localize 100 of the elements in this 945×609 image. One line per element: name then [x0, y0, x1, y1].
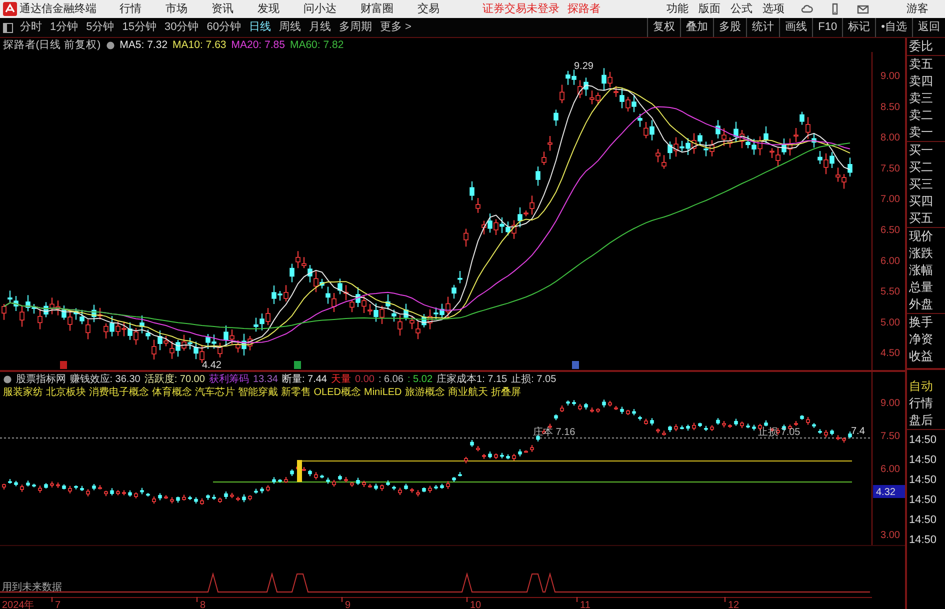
cloud-icon[interactable]: [800, 3, 812, 15]
sector-tag[interactable]: 服装家纺: [2, 386, 43, 399]
quote-field-label: 卖三: [908, 90, 934, 107]
high-price-label: 9.29: [574, 61, 594, 72]
stock-name: 探路者: [568, 2, 600, 17]
period-tab[interactable]: 15分钟: [118, 19, 160, 36]
quote-field-label: 买一: [908, 142, 934, 159]
price-tick: 7.50: [880, 163, 900, 174]
trade-time: 14:50: [908, 493, 938, 508]
sector-tag[interactable]: 旅游概念: [404, 386, 445, 399]
chart-title: 探路者(日线 前复权): [2, 38, 101, 52]
indicator-value: 庄家成本1: 7.15: [436, 373, 508, 386]
toolbar-button[interactable]: 画线: [779, 18, 812, 37]
period-tab[interactable]: 60分钟: [202, 19, 245, 36]
sector-tag[interactable]: 体育概念: [152, 386, 192, 399]
quote-field-label: 卖四: [908, 73, 934, 90]
app-title: 通达信金融终端: [20, 2, 98, 17]
sector-tag[interactable]: 汽车芯片: [194, 386, 235, 399]
quote-field-label: 买四: [908, 193, 934, 210]
user-label[interactable]: 游客: [906, 0, 928, 18]
menu-item[interactable]: 市场: [166, 0, 188, 18]
current-price-tag: 4.32: [873, 485, 905, 498]
menu-item[interactable]: 财富圈: [360, 0, 394, 18]
sector-tag[interactable]: 消费电子概念: [88, 386, 149, 399]
toolbar-button[interactable]: 返回: [912, 18, 945, 37]
ma-legend: MA60: 7.82: [290, 38, 344, 52]
quote-field-label: 总量: [908, 279, 934, 296]
tool-menu[interactable]: 选项: [762, 0, 784, 18]
price-tick: 9.00: [880, 398, 900, 409]
quote-field-label: 现价: [908, 228, 934, 245]
toolbar-button[interactable]: 统计: [746, 18, 780, 37]
toolbar-button[interactable]: 叠加: [680, 18, 714, 37]
sector-tag[interactable]: MiniLED: [364, 386, 402, 399]
quote-field-label: 买三: [908, 176, 934, 193]
sector-tag[interactable]: OLED概念: [314, 386, 361, 399]
event-marker-icon[interactable]: [572, 361, 579, 369]
menu-item[interactable]: 交易: [418, 0, 440, 18]
trade-time: 14:50: [908, 453, 938, 468]
period-tab[interactable]: 1分钟: [46, 19, 82, 36]
more-link[interactable]: 更多 >: [376, 19, 416, 36]
indicator-value: : 5.02: [408, 373, 433, 386]
indicator-value: 赚钱效应: 36.30: [70, 373, 140, 386]
menu-item[interactable]: 问小达: [304, 0, 336, 18]
date-label: 12: [728, 600, 740, 609]
date-label: 2024年: [2, 600, 34, 609]
trade-time: 14:50: [908, 473, 938, 488]
price-tick: 6.50: [880, 225, 900, 236]
period-tab[interactable]: 5分钟: [82, 19, 118, 36]
toolbar-button[interactable]: •自选: [875, 18, 912, 37]
sector-tag[interactable]: 北京板块: [46, 386, 86, 399]
trade-time: 14:50: [908, 533, 938, 548]
indicator-name[interactable]: 股票指标网: [16, 373, 66, 386]
tool-menu[interactable]: 版面: [698, 0, 720, 18]
last-price-label: 7.4: [851, 426, 865, 437]
quote-field-label: 涨跌: [908, 245, 934, 262]
date-label: 9: [345, 600, 351, 609]
indicator-value: : 6.06: [378, 373, 404, 386]
settings-icon[interactable]: [106, 40, 115, 50]
menu-item[interactable]: 资讯: [212, 0, 234, 18]
price-tick: 3.00: [880, 530, 900, 541]
sector-tag[interactable]: 商业航天: [448, 386, 488, 399]
side-tab[interactable]: 盘后: [907, 412, 945, 429]
cost-label: 庄本 7.16: [533, 427, 576, 438]
settings-icon[interactable]: [2, 375, 12, 384]
indicator-value: 13.34: [252, 373, 278, 386]
quote-field-label: 净资: [908, 331, 934, 348]
toolbar-button[interactable]: 复权: [647, 18, 680, 37]
menu-item[interactable]: 发现: [258, 0, 280, 18]
quote-field-label: 收益: [908, 348, 934, 365]
period-tab[interactable]: 分时: [16, 19, 46, 36]
event-marker-icon[interactable]: [60, 361, 67, 369]
menu-item[interactable]: 行情: [120, 0, 142, 18]
price-tick: 7.00: [880, 194, 900, 206]
indicator-value: 天量: [331, 373, 351, 386]
sector-tag[interactable]: 智能穿戴: [238, 386, 278, 399]
toolbar-button[interactable]: 多股: [713, 18, 746, 37]
tool-menu[interactable]: 公式: [730, 0, 752, 18]
period-tab[interactable]: 日线: [245, 19, 275, 36]
period-tab[interactable]: 30分钟: [160, 19, 203, 36]
sector-tag[interactable]: 新零售: [280, 386, 311, 399]
event-marker-icon[interactable]: [294, 361, 301, 369]
panel-toggle-icon[interactable]: [3, 22, 13, 32]
indicator-value: 止损: 7.05: [511, 373, 556, 386]
side-tab[interactable]: 自动: [907, 378, 945, 395]
sector-tag[interactable]: 折叠屏: [490, 386, 521, 399]
period-tab[interactable]: 周线: [275, 19, 305, 36]
date-label: 7: [55, 600, 61, 609]
quote-field-label: 卖五: [908, 56, 934, 73]
toolbar-button[interactable]: F10: [812, 18, 842, 37]
side-tab[interactable]: 行情: [907, 395, 945, 412]
toolbar-button[interactable]: 标记: [842, 18, 876, 37]
trade-time: 14:50: [908, 513, 938, 528]
mail-icon[interactable]: [856, 3, 868, 15]
login-status[interactable]: 证券交易未登录: [482, 0, 560, 18]
period-tab[interactable]: 多周期: [335, 19, 376, 36]
tool-menu[interactable]: 功能: [666, 0, 688, 18]
price-tick: 5.50: [880, 286, 900, 298]
indicator-value: 断量: 7.44: [282, 373, 327, 386]
period-tab[interactable]: 月线: [305, 19, 335, 36]
quote-field-label: 买二: [908, 159, 934, 176]
